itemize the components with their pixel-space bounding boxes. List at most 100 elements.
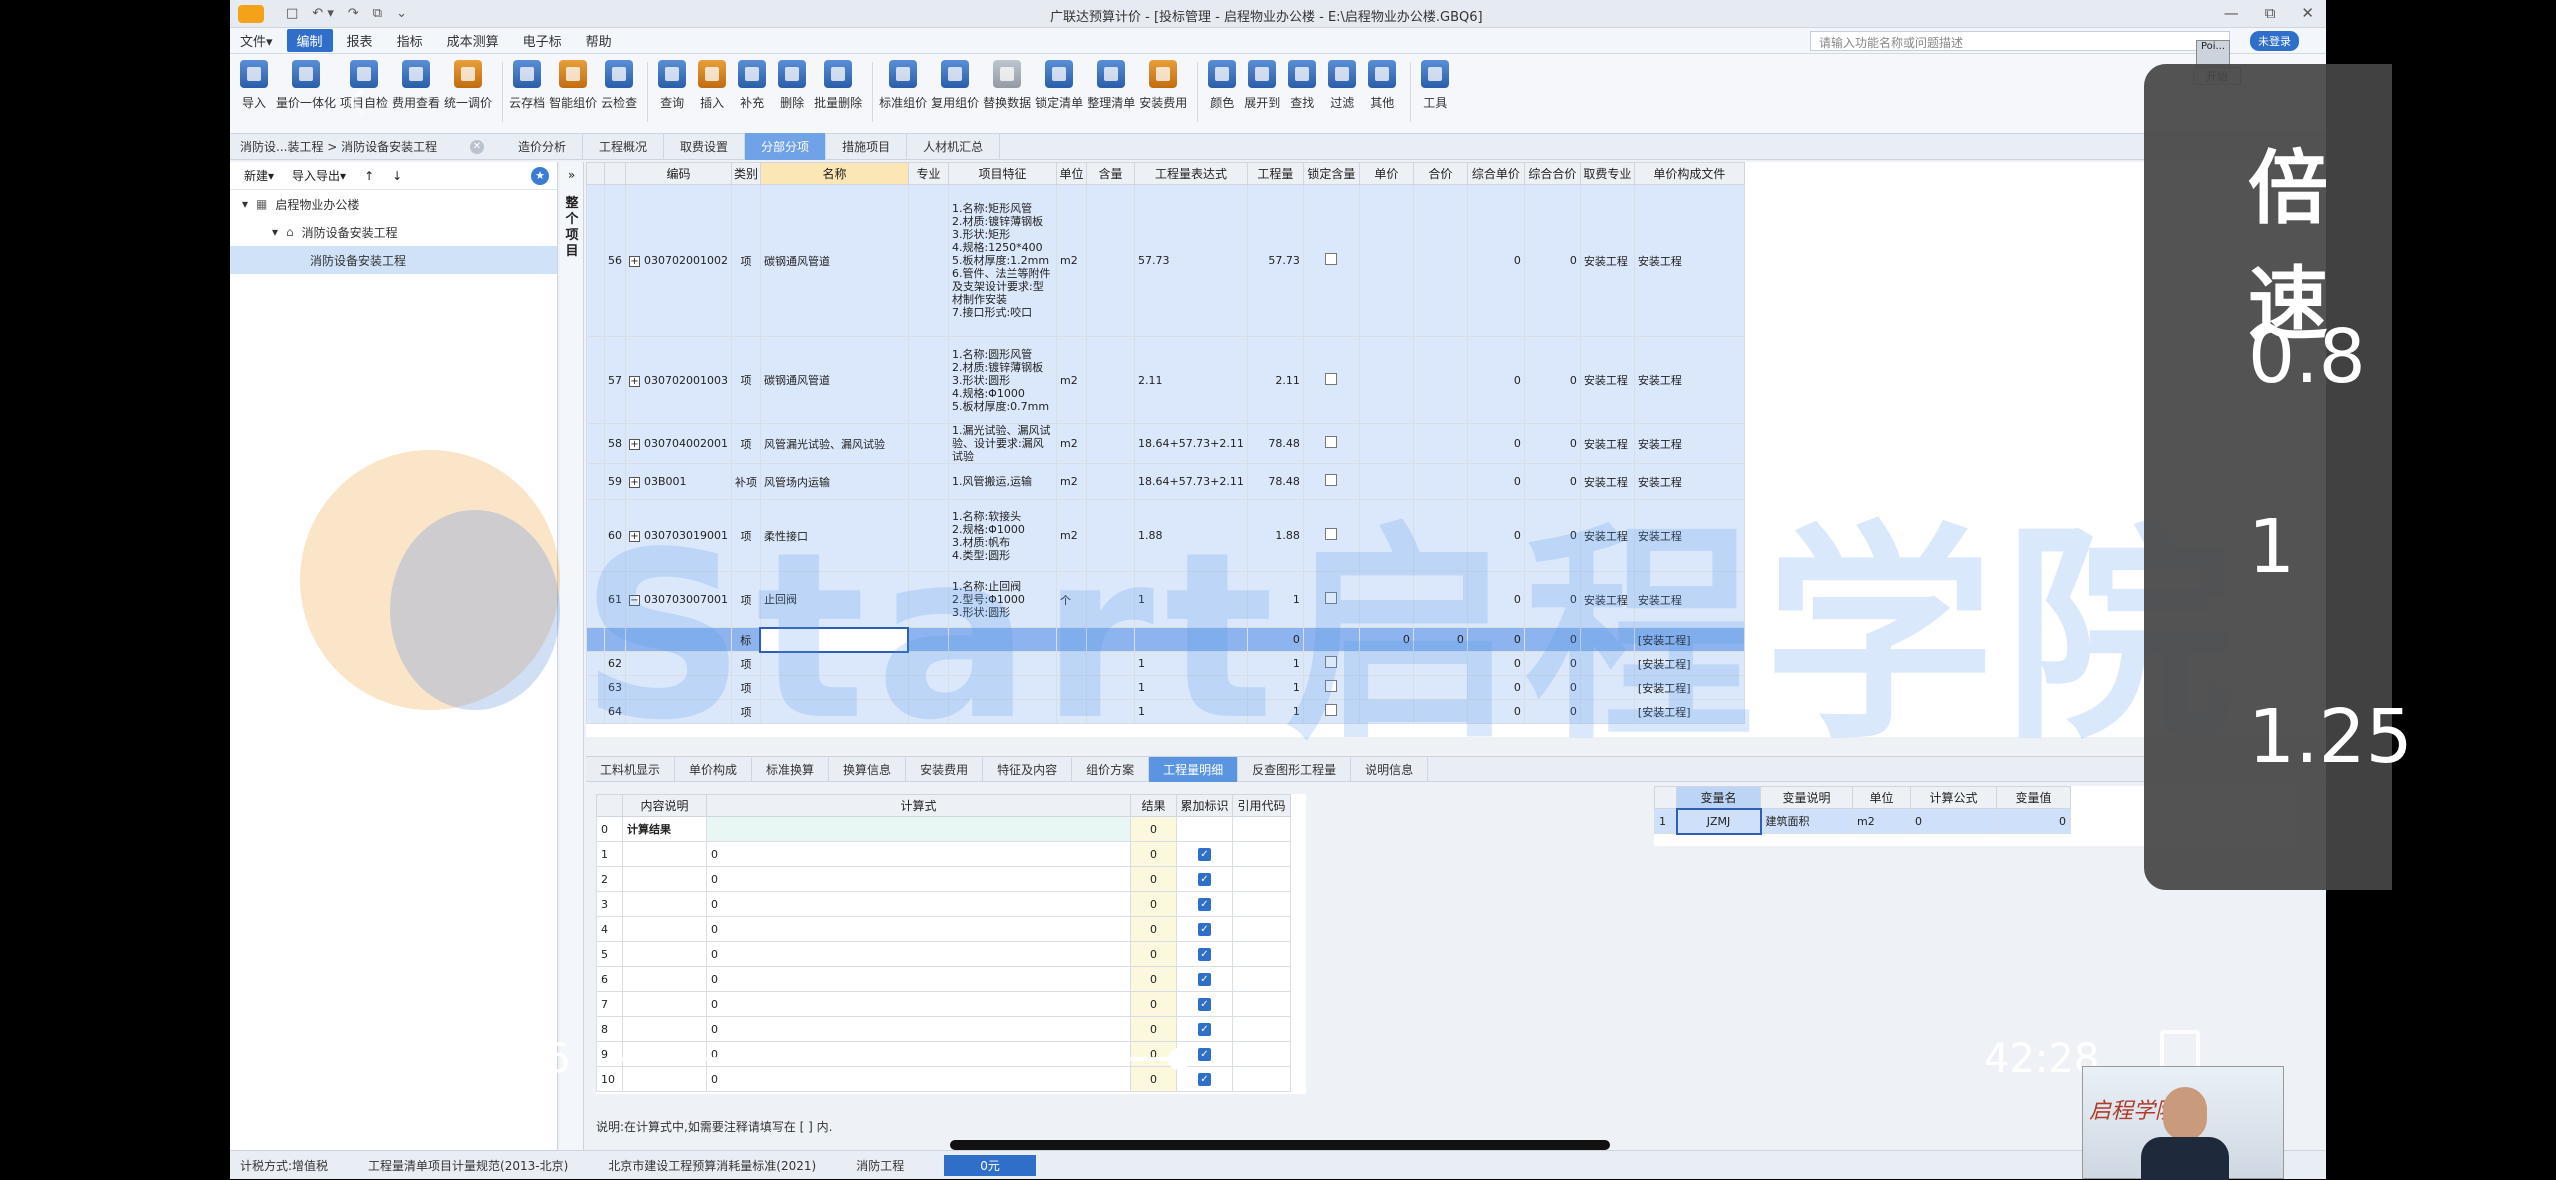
- table-row[interactable]: 标 0 0 0 0 0 [安装工程]: [586, 626, 1745, 653]
- lock-checkbox-cell[interactable]: [1302, 699, 1360, 724]
- lock-checkbox-cell[interactable]: [1302, 463, 1360, 500]
- grid-header-cell[interactable]: 工程量表达式: [1133, 162, 1248, 185]
- grid-header-cell[interactable]: 单价构成文件: [1633, 162, 1745, 185]
- detail-tab[interactable]: 工料机显示: [586, 756, 676, 782]
- module-tab[interactable]: 分部分项: [745, 133, 827, 160]
- grid-cell-expr[interactable]: [1133, 627, 1248, 652]
- variable-unit[interactable]: m2: [1852, 808, 1911, 834]
- toolbar-button[interactable]: 导入: [236, 54, 272, 111]
- fullscreen-icon[interactable]: [2160, 1030, 2200, 1070]
- item-code-cell[interactable]: +030703019001: [625, 499, 732, 572]
- grid-cell-name[interactable]: 碳钢通风管道: [759, 336, 909, 424]
- reference-code[interactable]: [1232, 916, 1291, 942]
- grid-cell-expr[interactable]: 18.64+57.73+2.11: [1133, 463, 1248, 500]
- quick-access-icon[interactable]: ⌄: [396, 6, 407, 21]
- toolbar-button[interactable]: 安装费用: [1139, 54, 1187, 111]
- grid-cell-name[interactable]: 止回阀: [759, 571, 909, 628]
- checkbox-checked-icon[interactable]: ✓: [1198, 898, 1211, 911]
- grid-header-cell[interactable]: 综合合价: [1523, 162, 1581, 185]
- formula-expression[interactable]: 0: [706, 991, 1131, 1017]
- expand-icon[interactable]: +: [629, 439, 640, 450]
- table-row[interactable]: 57 +030702001003 项碳钢通风管道 1.名称:圆形风管 2.材质:镀锌薄…: [586, 336, 1745, 424]
- formula-desc[interactable]: [622, 891, 707, 917]
- formula-expression[interactable]: 0: [706, 841, 1131, 867]
- variable-name[interactable]: JZMJ: [1675, 807, 1762, 835]
- checkbox-checked-icon[interactable]: ✓: [1198, 1023, 1211, 1036]
- expand-icon[interactable]: +: [629, 531, 640, 542]
- toolbar-button[interactable]: 过滤: [1324, 54, 1360, 111]
- side-collapse-bar[interactable]: » 整个项目: [560, 162, 584, 1162]
- variable-formula[interactable]: 0: [1910, 808, 1997, 834]
- expand-icon[interactable]: +: [629, 477, 640, 488]
- item-code-cell[interactable]: [625, 651, 732, 676]
- reference-code[interactable]: [1232, 816, 1291, 842]
- formula-desc[interactable]: [622, 916, 707, 942]
- function-search-input[interactable]: 请输入功能名称或问题描述: [1810, 31, 2230, 51]
- toolbar-button[interactable]: 补充: [734, 54, 770, 111]
- accumulate-flag-cell[interactable]: ✓: [1176, 841, 1233, 867]
- formula-expression[interactable]: 0: [706, 916, 1131, 942]
- grid-cell-expr[interactable]: 1: [1133, 699, 1248, 724]
- speed-option[interactable]: 1: [2248, 504, 2295, 590]
- toolbar-button[interactable]: 其他: [1364, 54, 1400, 111]
- expand-icon[interactable]: »: [560, 168, 583, 182]
- grid-header-cell[interactable]: 名称: [759, 162, 909, 185]
- grid-cell-expr[interactable]: 18.64+57.73+2.11: [1133, 423, 1248, 464]
- grid-cell-expr[interactable]: 1.88: [1133, 499, 1248, 572]
- back-icon[interactable]: ‹: [344, 64, 368, 134]
- checkbox-checked-icon[interactable]: ✓: [1198, 1073, 1211, 1086]
- variable-value[interactable]: 0: [1996, 808, 2071, 834]
- table-row[interactable]: 61−030703007001 项止回阀 1.名称:止回阀 2.型号:Φ1000 3…: [586, 571, 1745, 628]
- menu-item[interactable]: 报表: [337, 29, 383, 52]
- formula-row[interactable]: 1 0 0 ✓: [596, 841, 1291, 867]
- formula-row[interactable]: 4 0 0 ✓: [596, 916, 1291, 942]
- formula-desc[interactable]: [622, 1016, 707, 1042]
- chevron-down-icon[interactable]: ▾: [272, 225, 278, 239]
- grid-cell-name[interactable]: 风管场内运输: [759, 463, 909, 500]
- accumulate-flag-cell[interactable]: ✓: [1176, 941, 1233, 967]
- grid-header-cell[interactable]: 工程量: [1246, 162, 1304, 185]
- module-tab[interactable]: 工程概况: [583, 133, 665, 160]
- grid-cell-name[interactable]: 风管漏光试验、漏风试验: [759, 423, 909, 464]
- toolbar-button[interactable]: 云存档: [509, 54, 545, 111]
- formula-expression[interactable]: 0: [706, 866, 1131, 892]
- toolbar-button[interactable]: 整理清单: [1087, 54, 1135, 111]
- tree-action-button[interactable]: 导入导出▾: [292, 167, 346, 184]
- formula-desc[interactable]: 计算结果: [622, 816, 707, 842]
- accumulate-flag-cell[interactable]: ✓: [1176, 866, 1233, 892]
- reference-code[interactable]: [1232, 1066, 1291, 1092]
- play-icon[interactable]: [340, 1034, 378, 1078]
- lock-checkbox-cell[interactable]: [1302, 499, 1360, 572]
- formula-desc[interactable]: [622, 966, 707, 992]
- toolbar-button[interactable]: 复用组价: [931, 54, 979, 111]
- formula-expression[interactable]: [706, 816, 1131, 842]
- accumulate-flag-cell[interactable]: [1176, 816, 1233, 842]
- window-control-icon[interactable]: ⧉: [2265, 4, 2276, 22]
- detail-tab[interactable]: 说明信息: [1351, 756, 1429, 782]
- formula-desc[interactable]: [622, 991, 707, 1017]
- item-code-cell[interactable]: +030702001002: [625, 184, 732, 337]
- detail-tab[interactable]: 标准换算: [752, 756, 830, 782]
- checkbox-checked-icon[interactable]: ✓: [1198, 923, 1211, 936]
- toolbar-button[interactable]: 云检查: [601, 54, 637, 111]
- detail-tab[interactable]: 换算信息: [829, 756, 907, 782]
- item-code-cell[interactable]: [625, 675, 732, 700]
- progress-track[interactable]: [620, 1057, 1180, 1061]
- checkbox-checked-icon[interactable]: ✓: [1198, 848, 1211, 861]
- grid-header-cell[interactable]: 编码: [625, 162, 732, 185]
- grid-header-cell[interactable]: 综合单价: [1466, 162, 1525, 185]
- reference-code[interactable]: [1232, 891, 1291, 917]
- formula-expression[interactable]: 0: [706, 891, 1131, 917]
- menu-item[interactable]: 帮助: [576, 29, 622, 52]
- accumulate-flag-cell[interactable]: ✓: [1176, 1016, 1233, 1042]
- add-icon[interactable]: ★: [531, 166, 549, 185]
- formula-desc[interactable]: [622, 841, 707, 867]
- expand-icon[interactable]: +: [629, 375, 640, 387]
- variable-desc[interactable]: 建筑面积: [1760, 808, 1853, 834]
- grid-cell-name[interactable]: [759, 675, 909, 700]
- formula-row[interactable]: 6 0 0 ✓: [596, 966, 1291, 992]
- grid-header-cell[interactable]: 单位: [1055, 162, 1087, 185]
- lock-checkbox-cell[interactable]: [1302, 571, 1360, 628]
- table-row[interactable]: 59 +03B001 补项 风管场内运输 1.风管搬运,运输 m2 18.64+57.73+…: [586, 463, 1745, 500]
- formula-desc[interactable]: [622, 1041, 707, 1067]
